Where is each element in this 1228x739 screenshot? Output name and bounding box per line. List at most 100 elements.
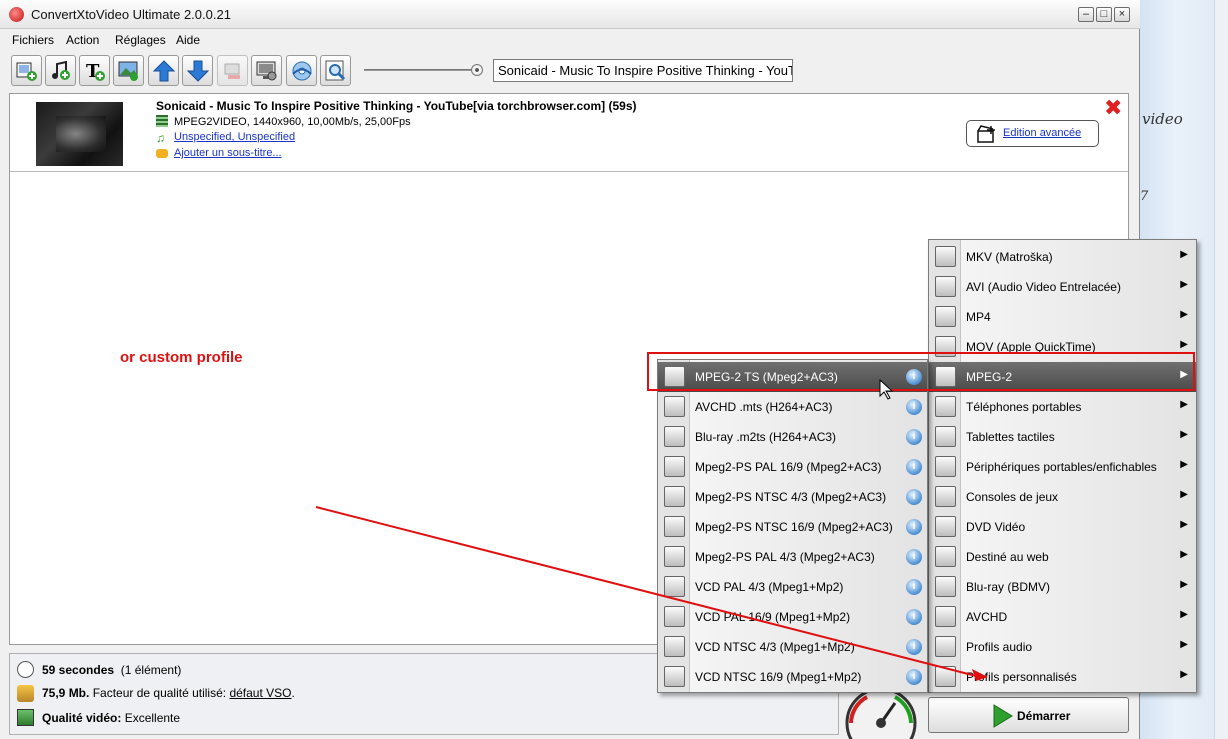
menu-item-person[interactable]: Profils personnalisés ▶ (929, 662, 1196, 692)
menu-item-avi[interactable]: AVI (Audio Video Entrelacée) ▶ (929, 272, 1196, 302)
profile-icon (664, 576, 685, 597)
gamepad-icon (935, 486, 956, 507)
menu-item-dvd[interactable]: DVD Vidéo ▶ (929, 512, 1196, 542)
size-icon (17, 685, 34, 702)
menu-fichiers[interactable]: Fichiers (12, 33, 54, 47)
info-icon[interactable]: i (906, 429, 922, 445)
move-up-button[interactable] (148, 55, 179, 86)
submenu-item[interactable]: Mpeg2-PS PAL 16/9 (Mpeg2+AC3) i (658, 452, 927, 482)
menu-item-phone[interactable]: Téléphones portables ▶ (929, 392, 1196, 422)
video-thumbnail (36, 102, 123, 166)
start-button[interactable]: Démarrer (928, 697, 1129, 733)
profile-icon (664, 636, 685, 657)
quality-gauge (843, 685, 919, 739)
size-end: . (291, 686, 295, 700)
menu-item-film[interactable]: MPEG-2 ▶ (929, 362, 1196, 392)
add-text-icon: T (86, 61, 105, 82)
menu-reglages[interactable]: Réglages (115, 33, 166, 47)
menu-item-mov[interactable]: MOV (Apple QuickTime) ▶ (929, 332, 1196, 362)
menu-item-portable[interactable]: Périphériques portables/enfichables ▶ (929, 452, 1196, 482)
minimize-button[interactable]: – (1078, 7, 1094, 22)
menu-item-music[interactable]: Profils audio ▶ (929, 632, 1196, 662)
menu-item-mkv[interactable]: MKV (Matroška) ▶ (929, 242, 1196, 272)
file-row[interactable]: Sonicaid - Music To Inspire Positive Thi… (10, 94, 1128, 172)
background-scrollbar[interactable] (1214, 0, 1228, 739)
menu-item-label: Profils personnalisés (966, 670, 1077, 684)
info-icon[interactable]: i (906, 489, 922, 505)
menu-item-label: Profils audio (966, 640, 1033, 654)
menu-item-tablet[interactable]: Tablettes tactiles ▶ (929, 422, 1196, 452)
menu-item-label: AVCHD (966, 610, 1008, 624)
background-text: video (1142, 110, 1183, 128)
info-icon[interactable]: i (906, 579, 922, 595)
info-icon[interactable]: i (906, 549, 922, 565)
window-title: ConvertXtoVideo Ultimate 2.0.0.21 (31, 7, 231, 22)
menu-item-label: MPEG-2 (966, 370, 1013, 384)
add-text-button[interactable]: T (79, 55, 110, 86)
zoom-slider-track[interactable] (364, 69, 479, 71)
add-video-button[interactable] (11, 55, 42, 86)
add-subtitle-link[interactable]: Ajouter un sous-titre... (174, 147, 282, 159)
remove-button[interactable] (217, 55, 248, 86)
size-value: 75,9 Mb. (42, 686, 90, 700)
menu-item-label: Blu-ray (BDMV) (966, 580, 1051, 594)
submenu-item[interactable]: VCD PAL 4/3 (Mpeg1+Mp2) i (658, 572, 927, 602)
info-icon[interactable]: i (906, 519, 922, 535)
submenu-item[interactable]: MPEG-2 TS (Mpeg2+AC3) i (658, 362, 927, 392)
quality-value: Excellente (124, 711, 181, 725)
info-icon[interactable]: i (906, 609, 922, 625)
duration-line: 59 secondes (1 élément) (42, 663, 181, 677)
add-audio-button[interactable] (45, 55, 76, 86)
profile-icon (664, 456, 685, 477)
submenu-item[interactable]: VCD NTSC 4/3 (Mpeg1+Mp2) i (658, 632, 927, 662)
maximize-button[interactable]: □ (1096, 7, 1112, 22)
menu-item-mp4[interactable]: MP4 ▶ (929, 302, 1196, 332)
start-label: Démarrer (1017, 709, 1071, 723)
menu-item-gamepad[interactable]: Consoles de jeux ▶ (929, 482, 1196, 512)
submenu-item[interactable]: Mpeg2-PS NTSC 16/9 (Mpeg2+AC3) i (658, 512, 927, 542)
preview-button[interactable] (320, 55, 351, 86)
submenu-arrow-icon: ▶ (1180, 579, 1188, 590)
play-icon (993, 704, 1013, 728)
remove-file-icon[interactable]: ✖ (1104, 97, 1122, 119)
audio-settings-link[interactable]: Unspecified, Unspecified (174, 131, 295, 143)
info-icon[interactable]: i (906, 369, 922, 385)
quality-factor-link[interactable]: défaut VSO (229, 686, 291, 700)
submenu-item[interactable]: AVCHD .mts (H264+AC3) i (658, 392, 927, 422)
info-icon[interactable]: i (906, 399, 922, 415)
move-down-button[interactable] (182, 55, 213, 86)
submenu-arrow-icon: ▶ (1180, 429, 1188, 440)
add-video-icon (16, 62, 37, 81)
submenu-item[interactable]: Mpeg2-PS NTSC 4/3 (Mpeg2+AC3) i (658, 482, 927, 512)
clock-icon (17, 661, 34, 678)
settings-button[interactable] (251, 55, 282, 86)
menu-item-globe[interactable]: Destiné au web ▶ (929, 542, 1196, 572)
music-icon (935, 636, 956, 657)
magnifier-icon (325, 60, 346, 81)
menu-item-bluray[interactable]: Blu-ray (BDMV) ▶ (929, 572, 1196, 602)
add-image-button[interactable] (113, 55, 144, 86)
title-input[interactable]: Sonicaid - Music To Inspire Positive Thi… (493, 59, 793, 82)
menu-item-label: AVI (Audio Video Entrelacée) (966, 280, 1121, 294)
film-icon (156, 115, 168, 127)
profile-icon (664, 606, 685, 627)
submenu-item-label: Mpeg2-PS NTSC 16/9 (Mpeg2+AC3) (695, 520, 893, 534)
info-icon[interactable]: i (906, 459, 922, 475)
menu-aide[interactable]: Aide (176, 33, 200, 47)
menu-action[interactable]: Action (66, 33, 99, 47)
submenu-item[interactable]: VCD PAL 16/9 (Mpeg1+Mp2) i (658, 602, 927, 632)
submenu-arrow-icon: ▶ (1180, 489, 1188, 500)
info-icon[interactable]: i (906, 669, 922, 685)
submenu-item[interactable]: Blu-ray .m2ts (H264+AC3) i (658, 422, 927, 452)
advanced-edit-button[interactable]: Edition avancée (966, 120, 1099, 147)
profile-icon (664, 546, 685, 567)
submenu-item[interactable]: VCD NTSC 16/9 (Mpeg1+Mp2) i (658, 662, 927, 692)
submenu-item[interactable]: Mpeg2-PS PAL 4/3 (Mpeg2+AC3) i (658, 542, 927, 572)
close-button[interactable]: × (1114, 7, 1130, 22)
menu-item-avchd[interactable]: AVCHD ▶ (929, 602, 1196, 632)
add-audio-icon (52, 60, 70, 80)
burn-button[interactable] (286, 55, 317, 86)
zoom-slider-knob[interactable] (471, 64, 483, 76)
dvd-icon (935, 516, 956, 537)
info-icon[interactable]: i (906, 639, 922, 655)
